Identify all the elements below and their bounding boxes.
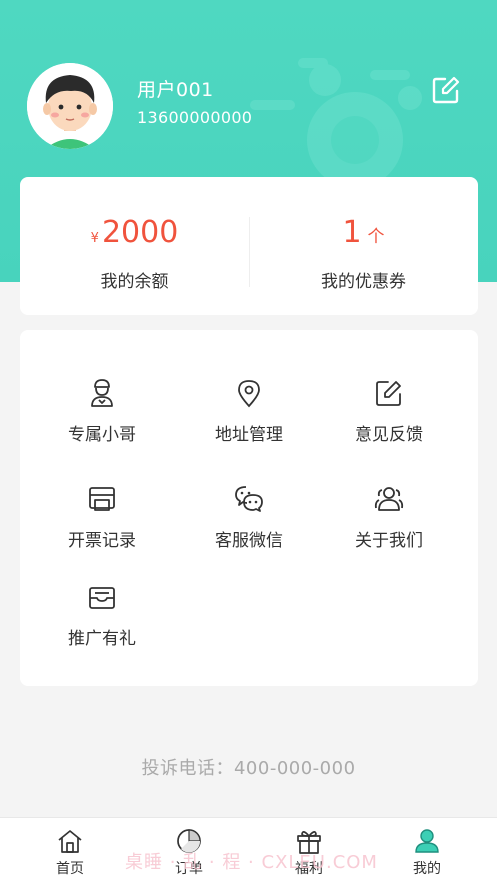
user-phone: 13600000000 bbox=[137, 108, 253, 127]
menu-label: 推广有礼 bbox=[68, 629, 136, 649]
bottom-tab-bar: 首页 订单 福利 我的 bbox=[0, 817, 497, 883]
coupon-stat[interactable]: 1 个 我的优惠券 bbox=[249, 177, 478, 315]
tab-welfare[interactable]: 福利 bbox=[247, 818, 371, 883]
menu-item-referral[interactable]: 推广有礼 bbox=[32, 582, 172, 662]
avatar-cartoon-icon bbox=[27, 63, 113, 149]
account-stats-card: ¥ 2000 我的余额 1 个 我的优惠券 bbox=[20, 177, 478, 315]
people-icon bbox=[374, 487, 404, 511]
menu-label: 专属小哥 bbox=[68, 425, 136, 445]
courier-icon bbox=[91, 379, 113, 407]
coupon-unit: 个 bbox=[367, 227, 385, 247]
balance-stat[interactable]: ¥ 2000 我的余额 bbox=[20, 177, 249, 315]
balance-currency: ¥ bbox=[90, 231, 99, 246]
menu-item-feedback[interactable]: 意见反馈 bbox=[319, 378, 459, 458]
inbox-icon bbox=[89, 587, 115, 609]
pie-chart-icon bbox=[177, 829, 201, 853]
tab-mine[interactable]: 我的 bbox=[365, 818, 489, 883]
user-name: 用户001 bbox=[137, 79, 214, 101]
service-menu-card: 专属小哥 地址管理 意见反馈 开票记录 客服微信 关于我们 推广有礼 bbox=[20, 330, 478, 686]
balance-label: 我的余额 bbox=[100, 272, 169, 292]
menu-label: 关于我们 bbox=[355, 531, 423, 551]
coupon-label: 我的优惠券 bbox=[321, 272, 406, 292]
complaint-phone[interactable]: 投诉电话：400-000-000 bbox=[0, 754, 497, 780]
gear-decoration-icon bbox=[250, 58, 422, 188]
menu-label: 地址管理 bbox=[215, 425, 283, 445]
printer-icon bbox=[89, 487, 115, 511]
tab-label: 首页 bbox=[56, 861, 84, 877]
menu-label: 开票记录 bbox=[68, 531, 136, 551]
menu-item-wechat[interactable]: 客服微信 bbox=[179, 484, 319, 564]
tab-label: 福利 bbox=[295, 861, 323, 877]
menu-item-courier[interactable]: 专属小哥 bbox=[32, 378, 172, 458]
location-pin-icon bbox=[238, 380, 260, 408]
edit-profile-icon[interactable] bbox=[432, 76, 460, 104]
menu-label: 客服微信 bbox=[215, 531, 283, 551]
wechat-icon bbox=[235, 486, 263, 512]
coupon-value: 1 bbox=[342, 215, 362, 250]
menu-label: 意见反馈 bbox=[355, 425, 423, 445]
home-icon bbox=[58, 830, 82, 853]
menu-item-invoice[interactable]: 开票记录 bbox=[32, 484, 172, 564]
edit-feedback-icon bbox=[376, 381, 401, 406]
tab-label: 我的 bbox=[413, 861, 441, 877]
avatar[interactable] bbox=[27, 63, 113, 149]
tab-orders[interactable]: 订单 bbox=[127, 818, 251, 883]
tab-home[interactable]: 首页 bbox=[8, 818, 132, 883]
user-icon bbox=[415, 829, 439, 853]
menu-item-about[interactable]: 关于我们 bbox=[319, 484, 459, 564]
balance-value: 2000 bbox=[101, 215, 179, 250]
menu-item-address[interactable]: 地址管理 bbox=[179, 378, 319, 458]
tab-label: 订单 bbox=[175, 861, 203, 877]
gift-icon bbox=[297, 831, 321, 854]
